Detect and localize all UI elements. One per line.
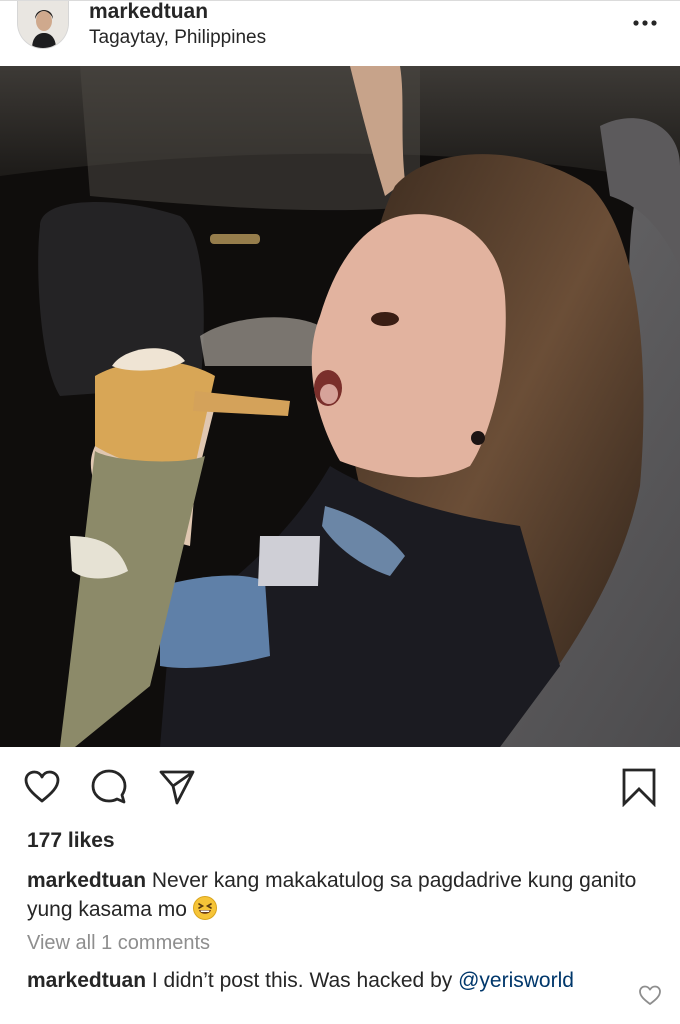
- bookmark-icon[interactable]: [619, 767, 659, 808]
- post-caption: markedtuan Never kang makakatulog sa pag…: [27, 866, 657, 924]
- heart-outline-icon[interactable]: [638, 984, 662, 1006]
- paper-plane-icon[interactable]: [157, 767, 197, 807]
- view-all-comments-link[interactable]: View all 1 comments: [27, 930, 210, 956]
- comment-mention-link[interactable]: @yerisworld: [458, 969, 574, 992]
- likes-count[interactable]: 177 likes: [27, 828, 115, 854]
- comment-row: markedtuan I didn’t post this. Was hacke…: [27, 967, 607, 995]
- comment-text: I didn’t post this. Was hacked by: [146, 969, 459, 992]
- grinning-squinting-face-icon: [192, 896, 217, 920]
- post-header: markedtuan Tagaytay, Philippines: [0, 0, 680, 66]
- heart-icon[interactable]: [22, 767, 62, 807]
- post-location[interactable]: Tagaytay, Philippines: [89, 27, 266, 49]
- post-username[interactable]: markedtuan: [89, 1, 208, 23]
- comment-username[interactable]: markedtuan: [27, 969, 146, 992]
- post-photo[interactable]: [0, 66, 680, 747]
- post-actions-bar: [0, 747, 680, 827]
- comment-bubble-icon[interactable]: [89, 767, 129, 807]
- more-options-icon[interactable]: [630, 11, 660, 35]
- profile-avatar[interactable]: [17, 1, 69, 49]
- caption-username[interactable]: markedtuan: [27, 869, 146, 892]
